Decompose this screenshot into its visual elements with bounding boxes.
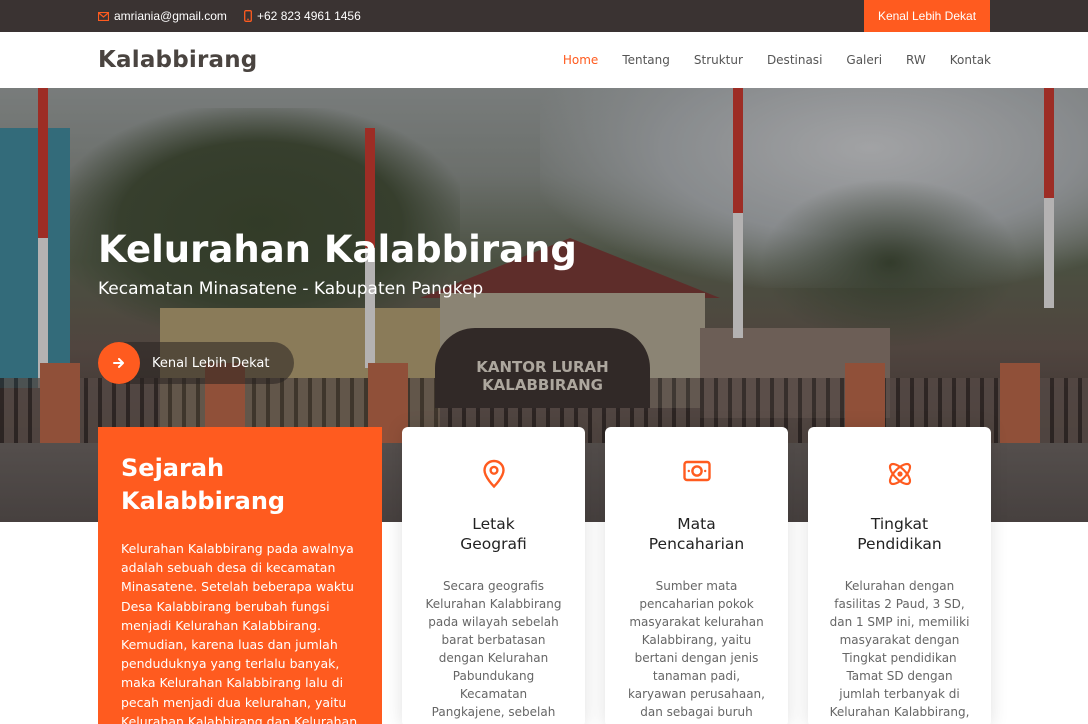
- hero-cta-button[interactable]: Kenal Lebih Dekat: [98, 342, 294, 384]
- hero-cta-label: Kenal Lebih Dekat: [152, 355, 270, 371]
- feature-title-line1: Letak: [472, 515, 515, 533]
- email-text: amriania@gmail.com: [114, 9, 227, 23]
- feature-title: Mata Pencaharian: [605, 514, 788, 554]
- hero-subtitle: Kecamatan Minasatene - Kabupaten Pangkep: [98, 279, 484, 299]
- phone-text: +62 823 4961 1456: [257, 9, 361, 23]
- email-contact[interactable]: amriania@gmail.com: [98, 0, 227, 32]
- nav-home[interactable]: Home: [563, 53, 598, 67]
- nav-tentang[interactable]: Tentang: [622, 53, 670, 67]
- nav-struktur[interactable]: Struktur: [694, 53, 743, 67]
- feature-card-pendidikan: Tingkat Pendidikan Kelurahan dengan fasil…: [808, 427, 991, 724]
- phone-icon: [244, 10, 252, 22]
- history-text: Kelurahan Kalabbirang pada awalnya adala…: [121, 541, 358, 724]
- site-logo[interactable]: Kalabbirang: [98, 47, 257, 73]
- nav-destinasi[interactable]: Destinasi: [767, 53, 822, 67]
- feature-card-geografi: Letak Geografi Secara geografis Kelurahan…: [402, 427, 585, 724]
- feature-text: Sumber mata pencaharian pokok masyarakat…: [628, 579, 765, 719]
- feature-title: Letak Geografi: [402, 514, 585, 554]
- feature-title-line2: Pencaharian: [648, 535, 745, 553]
- feature-title: Tingkat Pendidikan: [808, 514, 991, 554]
- feature-title-line1: Tingkat: [870, 515, 929, 533]
- nav-rw[interactable]: RW: [906, 53, 926, 67]
- history-card: Sejarah Kalabbirang Kelurahan Kalabbiran…: [98, 427, 382, 724]
- feature-title-line2: Geografi: [460, 535, 527, 553]
- money-icon: [605, 459, 788, 483]
- topbar-cta-button[interactable]: Kenal Lebih Dekat: [864, 0, 990, 32]
- nav-galeri[interactable]: Galeri: [846, 53, 882, 67]
- feature-title-line2: Pendidikan: [857, 535, 942, 553]
- history-title: Sejarah Kalabbirang: [121, 454, 286, 515]
- envelope-icon: [98, 11, 109, 21]
- nav-kontak[interactable]: Kontak: [950, 53, 991, 67]
- feature-text: Kelurahan dengan fasilitas 2 Paud, 3 SD,…: [829, 579, 970, 719]
- site-header: Kalabbirang Home Tentang Struktur Destin…: [0, 32, 1088, 88]
- feature-title-line1: Mata: [677, 515, 716, 533]
- atom-icon: [808, 459, 991, 489]
- map-pin-icon: [402, 459, 585, 489]
- feature-card-pencaharian: Mata Pencaharian Sumber mata pencaharian …: [605, 427, 788, 724]
- feature-text: Secara geografis Kelurahan Kalabbirang p…: [425, 579, 562, 724]
- hero-title: Kelurahan Kalabbirang: [98, 228, 577, 271]
- arrow-right-icon: [98, 342, 140, 384]
- main-nav: Home Tentang Struktur Destinasi Galeri R…: [539, 32, 991, 88]
- top-bar: amriania@gmail.com +62 823 4961 1456 Ken…: [0, 0, 1088, 32]
- phone-contact[interactable]: +62 823 4961 1456: [244, 0, 361, 32]
